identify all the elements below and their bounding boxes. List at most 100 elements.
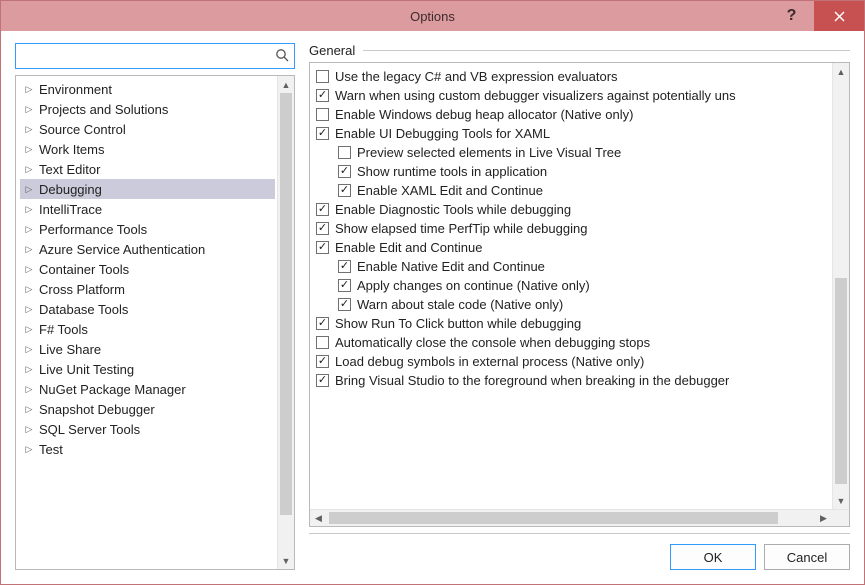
tree-item-label: Projects and Solutions bbox=[39, 102, 168, 117]
tree-item[interactable]: ▷Text Editor bbox=[20, 159, 275, 179]
expander-icon[interactable]: ▷ bbox=[24, 244, 34, 255]
expander-icon[interactable]: ▷ bbox=[24, 164, 34, 175]
scroll-down-button[interactable]: ▼ bbox=[278, 552, 294, 569]
tree-item[interactable]: ▷Snapshot Debugger bbox=[20, 399, 275, 419]
scroll-thumb[interactable] bbox=[280, 93, 292, 515]
checkbox[interactable] bbox=[338, 146, 351, 159]
checkbox[interactable] bbox=[338, 279, 351, 292]
option-row[interactable]: Load debug symbols in external process (… bbox=[316, 352, 830, 371]
tree-item[interactable]: ▷Source Control bbox=[20, 119, 275, 139]
checkbox[interactable] bbox=[316, 70, 329, 83]
option-row[interactable]: Bring Visual Studio to the foreground wh… bbox=[316, 371, 830, 390]
option-row[interactable]: Show elapsed time PerfTip while debuggin… bbox=[316, 219, 830, 238]
search-input[interactable] bbox=[15, 43, 295, 69]
tree-item[interactable]: ▷ Test bbox=[20, 439, 275, 459]
tree-item-label: Test bbox=[39, 442, 63, 457]
option-row[interactable]: Enable UI Debugging Tools for XAML bbox=[316, 124, 830, 143]
tree-item[interactable]: ▷Performance Tools bbox=[20, 219, 275, 239]
ok-button[interactable]: OK bbox=[670, 544, 756, 570]
checkbox[interactable] bbox=[316, 374, 329, 387]
tree-scrollbar[interactable]: ▲ ▼ bbox=[277, 76, 294, 569]
cancel-button[interactable]: Cancel bbox=[764, 544, 850, 570]
expander-icon[interactable]: ▷ bbox=[24, 84, 34, 95]
tree-item[interactable]: ▷Debugging bbox=[20, 179, 275, 199]
section-divider bbox=[363, 50, 850, 51]
checkbox[interactable] bbox=[338, 165, 351, 178]
expander-icon[interactable]: ▷ bbox=[24, 424, 34, 435]
option-row[interactable]: Preview selected elements in Live Visual… bbox=[316, 143, 830, 162]
option-row[interactable]: Use the legacy C# and VB expression eval… bbox=[316, 67, 830, 86]
scroll-track[interactable] bbox=[833, 80, 849, 492]
expander-icon[interactable]: ▷ bbox=[24, 344, 34, 355]
checkbox[interactable] bbox=[316, 241, 329, 254]
option-row[interactable]: Warn about stale code (Native only) bbox=[316, 295, 830, 314]
expander-icon[interactable]: ▷ bbox=[24, 384, 34, 395]
tree-item[interactable]: ▷Live Unit Testing bbox=[20, 359, 275, 379]
tree-item[interactable]: ▷Container Tools bbox=[20, 259, 275, 279]
options-list[interactable]: Use the legacy C# and VB expression eval… bbox=[310, 63, 832, 509]
checkbox[interactable] bbox=[316, 108, 329, 121]
checkbox[interactable] bbox=[338, 184, 351, 197]
expander-icon[interactable]: ▷ bbox=[24, 284, 34, 295]
option-row[interactable]: Enable XAML Edit and Continue bbox=[316, 181, 830, 200]
tree-item-label: IntelliTrace bbox=[39, 202, 102, 217]
scroll-right-button[interactable]: ▶ bbox=[815, 510, 832, 526]
option-row[interactable]: Enable Diagnostic Tools while debugging bbox=[316, 200, 830, 219]
expander-icon[interactable]: ▷ bbox=[24, 184, 34, 195]
checkbox[interactable] bbox=[338, 260, 351, 273]
checkbox[interactable] bbox=[316, 336, 329, 349]
expander-icon[interactable]: ▷ bbox=[24, 444, 34, 455]
checkbox[interactable] bbox=[316, 89, 329, 102]
tree-item[interactable]: ▷Azure Service Authentication bbox=[20, 239, 275, 259]
expander-icon[interactable]: ▷ bbox=[24, 124, 34, 135]
options-hscrollbar[interactable]: ◀ ▶ bbox=[310, 509, 849, 526]
checkbox[interactable] bbox=[316, 355, 329, 368]
category-tree[interactable]: ▷Environment▷Projects and Solutions▷Sour… bbox=[16, 76, 277, 569]
tree-item[interactable]: ▷ IntelliTrace bbox=[20, 199, 275, 219]
hscroll-track[interactable] bbox=[327, 510, 815, 526]
close-button[interactable] bbox=[814, 1, 864, 31]
expander-icon[interactable]: ▷ bbox=[24, 144, 34, 155]
expander-icon[interactable]: ▷ bbox=[24, 264, 34, 275]
option-row[interactable]: Automatically close the console when deb… bbox=[316, 333, 830, 352]
checkbox[interactable] bbox=[316, 203, 329, 216]
option-row[interactable]: Enable Windows debug heap allocator (Nat… bbox=[316, 105, 830, 124]
tree-item[interactable]: ▷SQL Server Tools bbox=[20, 419, 275, 439]
expander-icon[interactable]: ▷ bbox=[24, 224, 34, 235]
expander-icon[interactable]: ▷ bbox=[24, 324, 34, 335]
option-row[interactable]: Warn when using custom debugger visualiz… bbox=[316, 86, 830, 105]
option-label: Warn when using custom debugger visualiz… bbox=[335, 88, 736, 103]
tree-item[interactable]: ▷F# Tools bbox=[20, 319, 275, 339]
hscroll-thumb[interactable] bbox=[329, 512, 778, 524]
checkbox[interactable] bbox=[338, 298, 351, 311]
scroll-up-button[interactable]: ▲ bbox=[278, 76, 294, 93]
tree-item[interactable]: ▷NuGet Package Manager bbox=[20, 379, 275, 399]
scroll-up-button[interactable]: ▲ bbox=[833, 63, 849, 80]
option-row[interactable]: Apply changes on continue (Native only) bbox=[316, 276, 830, 295]
option-row[interactable]: Show Run To Click button while debugging bbox=[316, 314, 830, 333]
options-vscrollbar[interactable]: ▲ ▼ bbox=[832, 63, 849, 509]
option-row[interactable]: Enable Native Edit and Continue bbox=[316, 257, 830, 276]
help-button[interactable]: ? bbox=[769, 1, 814, 31]
option-row[interactable]: Enable Edit and Continue bbox=[316, 238, 830, 257]
tree-item[interactable]: ▷ Projects and Solutions bbox=[20, 99, 275, 119]
checkbox[interactable] bbox=[316, 222, 329, 235]
tree-item[interactable]: ▷Live Share bbox=[20, 339, 275, 359]
scroll-track[interactable] bbox=[278, 93, 294, 552]
tree-item[interactable]: ▷Database Tools bbox=[20, 299, 275, 319]
checkbox[interactable] bbox=[316, 127, 329, 140]
checkbox[interactable] bbox=[316, 317, 329, 330]
option-row[interactable]: Show runtime tools in application bbox=[316, 162, 830, 181]
tree-item[interactable]: ▷Environment bbox=[20, 79, 275, 99]
scroll-thumb[interactable] bbox=[835, 278, 847, 484]
tree-item[interactable]: ▷Work Items bbox=[20, 139, 275, 159]
expander-icon[interactable]: ▷ bbox=[24, 304, 34, 315]
expander-icon[interactable]: ▷ bbox=[24, 104, 34, 115]
scroll-left-button[interactable]: ◀ bbox=[310, 510, 327, 526]
expander-icon[interactable]: ▷ bbox=[24, 404, 34, 415]
tree-item[interactable]: ▷Cross Platform bbox=[20, 279, 275, 299]
expander-icon[interactable]: ▷ bbox=[24, 204, 34, 215]
search-icon[interactable] bbox=[275, 48, 289, 65]
scroll-down-button[interactable]: ▼ bbox=[833, 492, 849, 509]
expander-icon[interactable]: ▷ bbox=[24, 364, 34, 375]
